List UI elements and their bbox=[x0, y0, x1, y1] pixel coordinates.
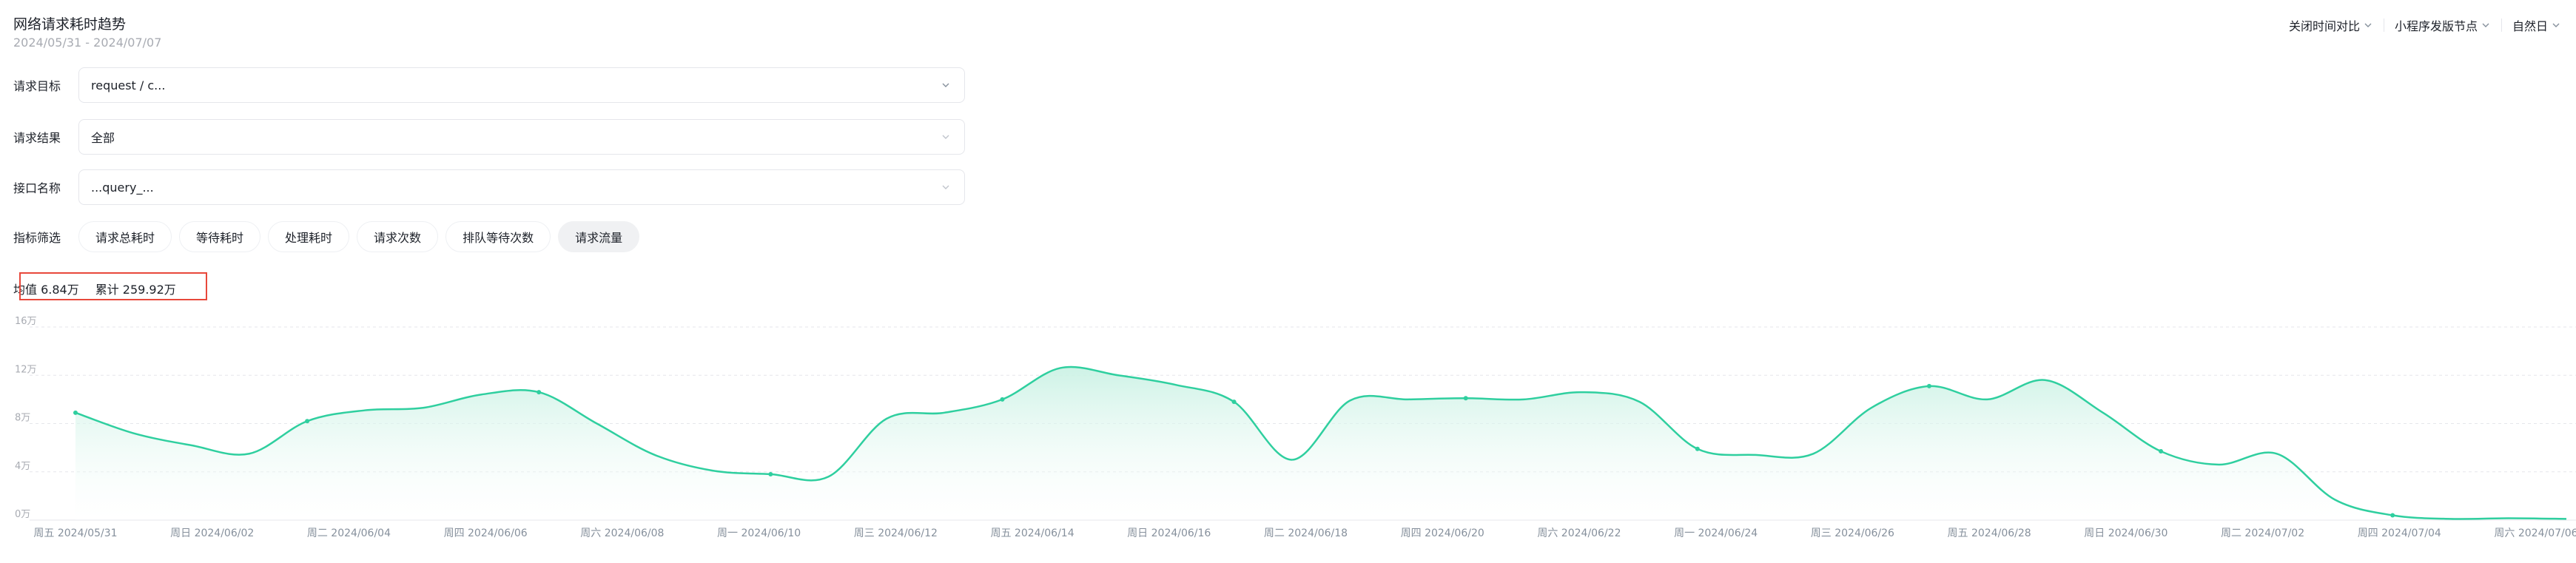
y-tick-label: 8万 bbox=[15, 413, 30, 424]
x-tick-label: 周三 2024/06/26 bbox=[1811, 527, 1894, 539]
release-node-dropdown[interactable]: 小程序发版节点 bbox=[2384, 16, 2501, 34]
result-value: 全部 bbox=[91, 131, 115, 145]
y-tick-label: 16万 bbox=[15, 316, 37, 327]
x-tick-label: 周四 2024/06/06 bbox=[444, 527, 528, 539]
x-tick-label: 周二 2024/06/18 bbox=[1264, 527, 1348, 539]
chevron-down-icon bbox=[942, 135, 949, 139]
page-title: 网络请求耗时趋势 bbox=[13, 16, 127, 33]
target-value: request / c... bbox=[91, 78, 166, 92]
toolbar: 关闭时间对比 小程序发版节点 自然日 bbox=[2279, 16, 2572, 34]
result-select[interactable]: 全部 bbox=[78, 119, 965, 155]
x-tick-label: 周二 2024/06/04 bbox=[307, 527, 391, 539]
result-label: 请求结果 bbox=[13, 131, 61, 145]
granularity-dropdown[interactable]: 自然日 bbox=[2502, 16, 2572, 34]
trend-area-chart: 0万 4万 8万 12万 16万周五 2024/05/31 周日 2024/06/02 周二… bbox=[15, 316, 2576, 539]
chevron-down-icon bbox=[2482, 23, 2489, 27]
metric-chip[interactable]: 请求总耗时 bbox=[78, 221, 172, 252]
api-label: 接口名称 bbox=[13, 181, 61, 195]
y-tick-label: 12万 bbox=[15, 364, 37, 375]
data-point[interactable] bbox=[768, 472, 773, 477]
filter-row-target: 请求目标 request / c... bbox=[13, 67, 965, 103]
x-tick-label: 周二 2024/07/02 bbox=[2221, 527, 2304, 539]
api-select[interactable]: ...query_... bbox=[78, 169, 965, 205]
y-tick-label: 0万 bbox=[15, 509, 30, 520]
release-node-label: 小程序发版节点 bbox=[2394, 19, 2478, 33]
data-point[interactable] bbox=[73, 410, 78, 415]
x-tick-label: 周四 2024/06/20 bbox=[1401, 527, 1484, 539]
data-point[interactable] bbox=[1000, 397, 1005, 402]
x-tick-label: 周日 2024/06/02 bbox=[170, 527, 254, 539]
target-label: 请求目标 bbox=[13, 79, 61, 93]
chevron-down-icon bbox=[2552, 23, 2560, 27]
metric-chip[interactable]: 处理耗时 bbox=[268, 221, 350, 252]
metric-chip[interactable]: 请求流量 bbox=[558, 221, 640, 252]
data-point[interactable] bbox=[537, 390, 542, 395]
metric-chip[interactable]: 等待耗时 bbox=[179, 221, 261, 252]
data-point[interactable] bbox=[1926, 383, 1931, 388]
x-tick-label: 周日 2024/06/30 bbox=[2084, 527, 2168, 539]
filter-row-metric: 指标筛选 请求总耗时 等待耗时 处理耗时 请求次数 排队等待次数 请求流量 bbox=[13, 221, 640, 252]
chevron-down-icon bbox=[942, 83, 949, 87]
chevron-down-icon bbox=[942, 185, 949, 189]
chevron-down-icon bbox=[2364, 23, 2372, 27]
y-tick-label: 4万 bbox=[15, 461, 30, 472]
date-range: 2024/05/31 - 2024/07/07 bbox=[13, 36, 162, 50]
x-tick-label: 周五 2024/06/28 bbox=[1948, 527, 2031, 539]
filter-row-api: 接口名称 ...query_... bbox=[13, 169, 965, 205]
x-tick-label: 周三 2024/06/12 bbox=[854, 527, 938, 539]
data-point[interactable] bbox=[1231, 400, 1237, 405]
series-area bbox=[75, 367, 2566, 520]
x-tick-label: 周五 2024/06/14 bbox=[990, 527, 1074, 539]
x-tick-label: 周日 2024/06/16 bbox=[1127, 527, 1211, 539]
metric-chip[interactable]: 请求次数 bbox=[357, 221, 439, 252]
annotation-highlight-box bbox=[19, 272, 207, 300]
metric-chip[interactable]: 排队等待次数 bbox=[445, 221, 551, 252]
data-point[interactable] bbox=[1463, 396, 1468, 401]
time-compare-label: 关闭时间对比 bbox=[2288, 19, 2360, 33]
data-point[interactable] bbox=[305, 419, 310, 424]
target-select[interactable]: request / c... bbox=[78, 67, 965, 103]
x-tick-label: 周六 2024/06/22 bbox=[1537, 527, 1621, 539]
filter-row-result: 请求结果 全部 bbox=[13, 119, 965, 155]
data-point[interactable] bbox=[2390, 513, 2395, 518]
x-tick-label: 周六 2024/06/08 bbox=[580, 527, 664, 539]
metric-label: 指标筛选 bbox=[13, 231, 61, 245]
data-point[interactable] bbox=[2159, 449, 2164, 454]
x-tick-label: 周一 2024/06/24 bbox=[1674, 527, 1758, 539]
metric-chip-group: 请求总耗时 等待耗时 处理耗时 请求次数 排队等待次数 请求流量 bbox=[78, 221, 640, 252]
x-tick-label: 周六 2024/07/06 bbox=[2494, 527, 2576, 539]
x-tick-label: 周一 2024/06/10 bbox=[717, 527, 801, 539]
data-point[interactable] bbox=[1695, 446, 1700, 451]
x-tick-label: 周四 2024/07/04 bbox=[2358, 527, 2441, 539]
api-value: ...query_... bbox=[91, 180, 154, 195]
x-tick-label: 周五 2024/05/31 bbox=[33, 527, 117, 539]
granularity-label: 自然日 bbox=[2512, 19, 2548, 33]
time-compare-dropdown[interactable]: 关闭时间对比 bbox=[2279, 16, 2384, 34]
